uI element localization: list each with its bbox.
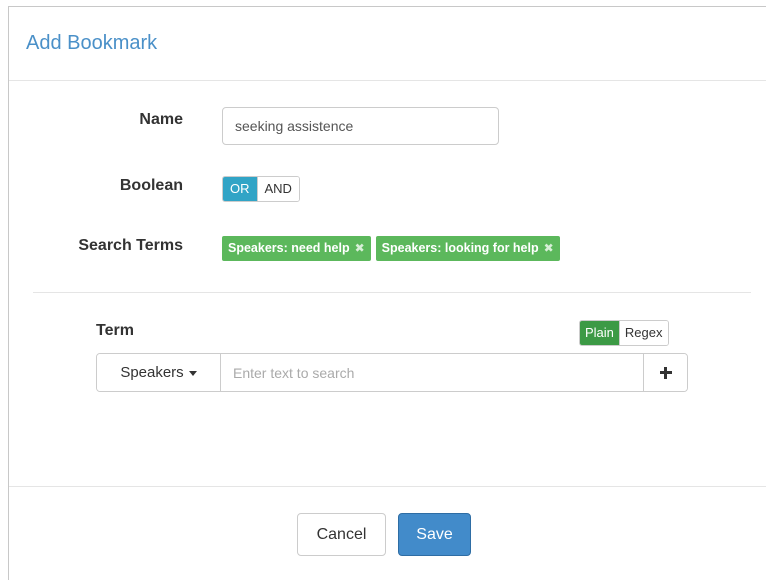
divider bbox=[33, 292, 751, 293]
plus-icon bbox=[659, 366, 672, 379]
close-icon[interactable]: ✖ bbox=[544, 236, 554, 261]
term-search-input[interactable] bbox=[221, 354, 643, 391]
cancel-button[interactable]: Cancel bbox=[297, 513, 386, 556]
search-term-badge: Speakers: looking for help ✖ bbox=[375, 236, 560, 261]
search-term-label: Speakers: looking for help bbox=[381, 241, 539, 255]
search-term-label: Speakers: need help bbox=[228, 241, 350, 255]
search-terms-list: Speakers: need help ✖ Speakers: looking … bbox=[222, 236, 560, 261]
modal-title: Add Bookmark bbox=[26, 32, 158, 54]
plain-mode-button[interactable]: Plain bbox=[580, 321, 619, 345]
save-button[interactable]: Save bbox=[398, 513, 471, 556]
regex-mode-button[interactable]: Regex bbox=[618, 321, 668, 345]
caret-down-icon bbox=[188, 371, 197, 376]
boolean-and-button[interactable]: AND bbox=[256, 177, 299, 201]
name-input[interactable] bbox=[222, 107, 499, 145]
modal-header: Add Bookmark bbox=[9, 7, 766, 81]
boolean-or-button[interactable]: OR bbox=[223, 177, 257, 201]
close-icon[interactable]: ✖ bbox=[355, 236, 365, 261]
search-term-badge: Speakers: need help ✖ bbox=[222, 236, 371, 261]
term-label: Term bbox=[96, 322, 134, 339]
search-terms-label: Search Terms bbox=[78, 237, 183, 254]
boolean-toggle: OR AND bbox=[222, 176, 300, 202]
field-dropdown[interactable]: Speakers bbox=[97, 354, 221, 391]
add-bookmark-modal: Add Bookmark Name Boolean OR AND Search … bbox=[8, 6, 766, 580]
match-mode-toggle: Plain Regex bbox=[579, 320, 669, 346]
field-dropdown-label: Speakers bbox=[120, 364, 184, 381]
name-label: Name bbox=[139, 111, 183, 128]
modal-footer: Cancel Save bbox=[9, 486, 766, 581]
boolean-label: Boolean bbox=[119, 177, 183, 194]
add-term-button[interactable] bbox=[643, 354, 687, 391]
term-input-group: Speakers bbox=[96, 353, 688, 392]
